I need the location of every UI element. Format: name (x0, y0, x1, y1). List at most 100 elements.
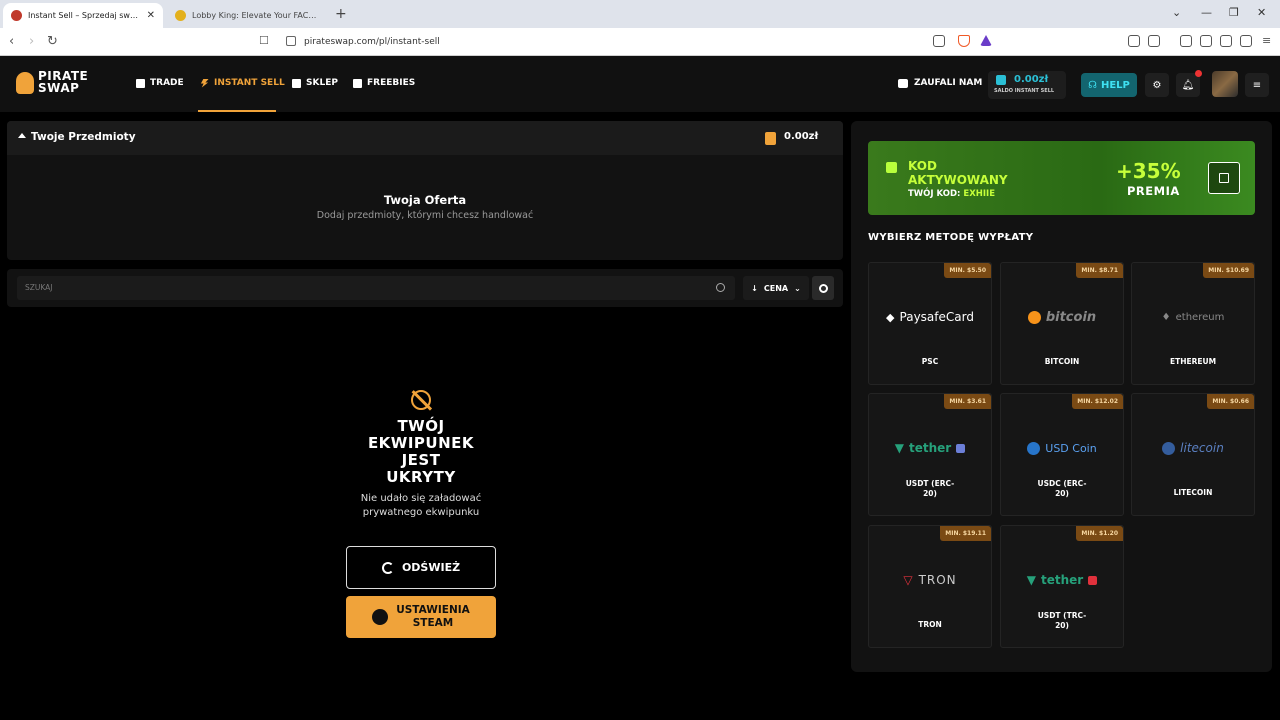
pirateswap-logo[interactable]: PIRATE SWAP (16, 70, 100, 98)
method-name: BITCOIN (1044, 357, 1080, 366)
gift-icon (886, 162, 897, 173)
promo-code-banner: KOD AKTYWOWANY TWÓJ KOD: EXHIIE +35% PREM… (868, 141, 1255, 215)
nav-trade-label: TRADE (150, 78, 184, 88)
gift-icon (353, 78, 362, 88)
min-amount-badge: MIN. $0.66 (1207, 394, 1254, 409)
method-card-tron[interactable]: MIN. $19.11 ▽ TRON TRON (868, 525, 992, 648)
tron-icon: ▽ (903, 573, 914, 587)
ai-icon[interactable] (1220, 35, 1232, 47)
browser-nav-bar: ‹ › ↻ ☐ pirateswap.com/pl/instant-sell ≡ (0, 28, 1280, 56)
hamburger-icon: ≡ (1252, 79, 1262, 91)
method-card-litecoin[interactable]: MIN. $0.66 litecoin LITECOIN (1131, 393, 1255, 516)
new-tab-icon[interactable]: + (335, 6, 347, 22)
menu-icon[interactable]: ≡ (1262, 34, 1271, 47)
instant-sell-balance[interactable]: 0.00zł SALDO INSTANT SELL (988, 71, 1066, 99)
refresh-icon (381, 561, 394, 574)
promo-code: TWÓJ KOD: EXHIIE (908, 189, 995, 199)
method-card-psc[interactable]: MIN. $5.50 ◆ PaysafeCard PSC (868, 262, 992, 385)
inventory-hidden-subtitle: Nie udało się załadować prywatnego ekwip… (360, 493, 482, 518)
filter-button[interactable] (812, 276, 834, 300)
close-window-icon[interactable]: ✕ (1257, 6, 1266, 19)
nav-freebies[interactable]: FREEBIES (353, 78, 415, 88)
minimize-icon[interactable]: — (1201, 6, 1212, 19)
coin-icon (765, 132, 776, 145)
bookmark-icon[interactable]: ☐ (259, 34, 269, 47)
tab-title: Instant Sell – Sprzedaj swoje sk (28, 11, 141, 20)
reload-icon[interactable]: ↻ (47, 34, 58, 49)
address-bar[interactable]: pirateswap.com/pl/instant-sell (278, 31, 998, 53)
litecoin-icon (1162, 441, 1176, 455)
your-items-value: 0.00zł (784, 131, 819, 142)
nav-trade[interactable]: TRADE (136, 78, 184, 88)
back-icon[interactable]: ‹ (9, 34, 14, 49)
trust-link[interactable]: ZAUFALI NAM (898, 78, 982, 88)
method-card-usdt-erc20[interactable]: MIN. $3.61 ▼ tether USDT (ERC- 20) (868, 393, 992, 516)
promo-bonus-label: PREMIA (1127, 184, 1180, 198)
settings-button[interactable]: ⚙ (1145, 73, 1169, 97)
notification-dot (1195, 70, 1202, 77)
method-name: USDT (TRC- 20) (1037, 611, 1087, 630)
wallet-icon[interactable] (1200, 35, 1212, 47)
forward-icon[interactable]: › (29, 34, 34, 49)
balance-label: SALDO INSTANT SELL (994, 88, 1055, 94)
nav-sklep[interactable]: SKLEP (292, 78, 338, 88)
withdraw-panel: KOD AKTYWOWANY TWÓJ KOD: EXHIIE +35% PREM… (851, 121, 1272, 672)
your-items-panel: Twoje Przedmioty 0.00zł Twoja Oferta Dod… (7, 121, 843, 260)
pirate-icon (16, 72, 34, 94)
method-name: PSC (921, 357, 939, 366)
extension-icon[interactable] (1148, 35, 1160, 47)
chevron-down-icon[interactable]: ⌄ (1172, 6, 1181, 19)
menu-button[interactable]: ≡ (1245, 73, 1269, 97)
method-card-usdc-erc20[interactable]: MIN. $12.02 USD Coin USDC (ERC- 20) (1000, 393, 1124, 516)
refresh-button[interactable]: ODŚWIEŻ (346, 546, 496, 589)
method-name: LITECOIN (1173, 488, 1213, 497)
trade-icon (136, 78, 145, 88)
edit-icon (1219, 173, 1229, 183)
nav-instant-sell[interactable]: INSTANT SELL (200, 78, 285, 88)
litecoin-logo: litecoin (1132, 438, 1254, 458)
filter-icon (818, 283, 828, 293)
min-amount-badge: MIN. $12.02 (1072, 394, 1123, 409)
sidebar-icon[interactable] (1180, 35, 1192, 47)
tether-icon: ▼ (1026, 573, 1036, 587)
eye-off-icon (411, 390, 431, 410)
method-card-ethereum[interactable]: MIN. $10.69 ♦ ethereum ETHEREUM (1131, 262, 1255, 385)
method-card-bitcoin[interactable]: MIN. $8.71 bitcoin BITCOIN (1000, 262, 1124, 385)
method-card-usdt-trc20[interactable]: MIN. $1.20 ▼ tether USDT (TRC- 20) (1000, 525, 1124, 648)
edit-code-button[interactable] (1208, 162, 1240, 194)
extension-icon[interactable] (1128, 35, 1140, 47)
ethereum-logo: ♦ ethereum (1161, 311, 1225, 323)
vpn-icon[interactable] (1240, 35, 1252, 47)
brave-shield-icon[interactable] (958, 35, 970, 47)
search-placeholder: SZUKAJ (25, 283, 53, 292)
inventory-hidden-title: TWÓJ EKWIPUNEK JEST UKRYTY (367, 417, 475, 486)
min-amount-badge: MIN. $3.61 (944, 394, 991, 409)
min-amount-badge: MIN. $5.50 (944, 263, 991, 278)
site-info-icon[interactable] (286, 36, 296, 46)
search-icon[interactable] (716, 283, 725, 292)
brave-rewards-icon[interactable] (980, 35, 992, 46)
arrow-down-icon: ↓ (751, 283, 758, 293)
search-input[interactable]: SZUKAJ (17, 276, 735, 300)
your-items-header[interactable]: Twoje Przedmioty 0.00zł (7, 121, 843, 155)
close-tab-icon[interactable]: ✕ (147, 10, 155, 21)
lobby-king-favicon-icon (175, 10, 186, 21)
tether-icon: ▼ (894, 441, 904, 455)
offer-title: Twoja Oferta (383, 193, 467, 207)
tab-lobby-king[interactable]: Lobby King: Elevate Your FACEIT Elo (167, 3, 327, 28)
chevron-down-icon: ⌄ (794, 283, 801, 293)
sort-dropdown[interactable]: ↓ CENA ⌄ (743, 276, 809, 300)
nav-sklep-label: SKLEP (306, 78, 338, 88)
steam-settings-button[interactable]: USTAWIENIA STEAM (346, 596, 496, 638)
bell-icon: 🔔︎ (1181, 79, 1195, 91)
avatar[interactable] (1212, 71, 1238, 97)
nav-freebies-label: FREEBIES (367, 78, 416, 88)
active-nav-indicator (198, 110, 276, 112)
usd-coin-icon (1027, 441, 1041, 455)
help-button[interactable]: ☊ HELP (1081, 73, 1137, 97)
share-icon[interactable] (933, 35, 945, 47)
method-name: USDT (ERC- 20) (905, 479, 955, 498)
maximize-icon[interactable]: ❐ (1229, 6, 1239, 19)
tab-instant-sell[interactable]: Instant Sell – Sprzedaj swoje sk ✕ (3, 3, 163, 28)
min-amount-badge: MIN. $19.11 (940, 526, 991, 541)
